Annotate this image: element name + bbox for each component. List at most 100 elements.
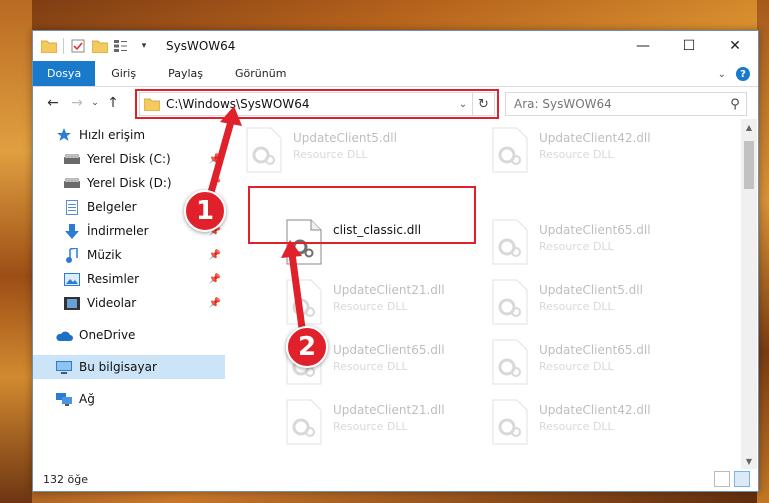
folder-icon[interactable] [41,38,57,54]
explorer-window: ▾ SysWOW64 — ☐ ✕ Dosya Giriş Paylaş Görü… [32,30,759,492]
file-item[interactable]: UpdateClient5.dll Resource DLL [491,279,711,331]
file-name: UpdateClient42.dll [539,131,651,145]
dll-file-icon [491,399,529,445]
videos-icon [63,295,81,311]
dll-file-icon [285,399,323,445]
pictures-icon [63,271,81,287]
sidebar-item-label: Resimler [87,272,140,286]
file-item[interactable]: UpdateClient65.dll Resource DLL [491,219,711,271]
details-view-icon[interactable] [714,471,730,487]
properties-icon[interactable] [70,38,86,54]
navigation-buttons: ← → ⌄ ↑ [41,91,125,115]
refresh-icon[interactable]: ↻ [472,93,494,115]
file-item[interactable]: UpdateClient42.dll Resource DLL [491,127,711,179]
sidebar-item-pictures[interactable]: Resimler 📌 [33,267,225,291]
file-type: Resource DLL [333,360,408,373]
expand-ribbon-icon[interactable]: ⌄ [718,69,726,80]
file-type: Resource DLL [333,300,408,313]
forward-arrow-icon[interactable]: → [65,91,89,115]
help-icon[interactable]: ? [736,67,750,81]
file-name: UpdateClient5.dll [539,283,643,297]
large-icons-view-icon[interactable] [734,471,750,487]
tab-share[interactable]: Paylaş [152,61,219,86]
maximize-button[interactable]: ☐ [666,31,712,61]
pin-icon[interactable]: 📌 [209,250,221,261]
file-name: clist_classic.dll [333,223,422,237]
back-arrow-icon[interactable]: ← [41,91,65,115]
file-name: UpdateClient21.dll [333,283,445,297]
sidebar-item-label: İndirmeler [87,224,149,238]
sidebar-item-label: Müzik [87,248,122,262]
vertical-scrollbar[interactable]: ▲ ▼ [741,119,757,469]
file-type: Resource DLL [293,148,368,161]
file-item-clist-classic[interactable]: clist_classic.dll [285,219,505,271]
cloud-icon [55,327,73,343]
documents-icon [63,199,81,215]
scroll-up-icon[interactable]: ▲ [741,119,757,135]
computer-icon [55,359,73,375]
new-folder-icon[interactable] [92,38,108,54]
tab-view[interactable]: Görünüm [219,61,302,86]
tab-home[interactable]: Giriş [95,61,152,86]
view-switcher [714,471,750,487]
file-item[interactable]: UpdateClient21.dll Resource DLL [285,279,505,331]
sidebar-item-label: OneDrive [79,328,136,342]
quick-access-toolbar: ▾ [41,38,158,54]
file-name: UpdateClient65.dll [539,343,651,357]
file-name: UpdateClient65.dll [539,223,651,237]
dll-file-icon [285,279,323,325]
sidebar-item-onedrive[interactable]: OneDrive [33,323,225,347]
sidebar-item-music[interactable]: Müzik 📌 [33,243,225,267]
dll-file-icon [245,127,283,173]
sidebar-item-videos[interactable]: Videolar 📌 [33,291,225,315]
window-controls: — ☐ ✕ [620,31,758,61]
dll-file-icon [491,339,529,385]
dll-file-icon [285,219,323,265]
file-item[interactable]: UpdateClient65.dll Resource DLL [491,339,711,391]
folder-icon [144,98,160,111]
address-path[interactable]: C:\Windows\SysWOW64 [166,97,454,111]
file-type: Resource DLL [539,240,614,253]
sidebar-item-local-disk-c[interactable]: Yerel Disk (C:) 📌 [33,147,225,171]
network-icon [55,391,73,407]
sidebar-item-label: Hızlı erişim [79,128,146,142]
pin-icon[interactable]: 📌 [209,154,221,165]
close-button[interactable]: ✕ [712,31,758,61]
pin-icon[interactable]: 📌 [209,274,221,285]
sidebar-item-label: Ağ [79,392,95,406]
file-name: UpdateClient65.dll [333,343,445,357]
minimize-button[interactable]: — [620,31,666,61]
customize-toolbar-icon[interactable]: ▾ [136,38,152,54]
file-item[interactable]: UpdateClient5.dll Resource DLL [245,127,465,179]
sidebar-item-this-pc[interactable]: Bu bilgisayar [33,355,225,379]
file-item[interactable]: UpdateClient42.dll Resource DLL [491,399,711,451]
sidebar-item-network[interactable]: Ağ [33,387,225,411]
sidebar-item-quick-access[interactable]: Hızlı erişim [33,123,225,147]
drive-icon [63,175,81,191]
tab-file[interactable]: Dosya [33,61,96,86]
search-icon[interactable]: ⚲ [724,97,746,112]
item-count: 132 öğe [43,472,88,486]
file-type: Resource DLL [539,420,614,433]
file-type: Resource DLL [539,300,614,313]
scroll-thumb[interactable] [744,141,754,189]
search-input[interactable] [514,97,724,111]
file-name: UpdateClient42.dll [539,403,651,417]
file-type: Resource DLL [333,420,408,433]
navigation-pane: Hızlı erişim Yerel Disk (C:) 📌 Yerel Dis… [33,123,225,468]
pin-icon[interactable]: 📌 [209,178,221,189]
search-box[interactable]: ⚲ [505,92,747,116]
pin-icon[interactable]: 📌 [209,298,221,309]
address-bar[interactable]: C:\Windows\SysWOW64 ⌄ ↻ [139,92,495,116]
sidebar-item-label: Belgeler [87,200,137,214]
file-item[interactable]: UpdateClient21.dll Resource DLL [285,399,505,451]
ribbon-right-controls: ⌄ ? [718,61,750,87]
view-options-icon[interactable] [114,38,130,54]
recent-locations-icon[interactable]: ⌄ [89,91,101,115]
sidebar-item-label: Yerel Disk (D:) [87,176,172,190]
step-badge-2: 2 [286,326,328,368]
up-arrow-icon[interactable]: ↑ [101,91,125,115]
address-dropdown-icon[interactable]: ⌄ [454,99,472,110]
sidebar-item-label: Yerel Disk (C:) [87,152,171,166]
ribbon-tabs: Dosya Giriş Paylaş Görünüm ⌄ ? [33,61,758,87]
